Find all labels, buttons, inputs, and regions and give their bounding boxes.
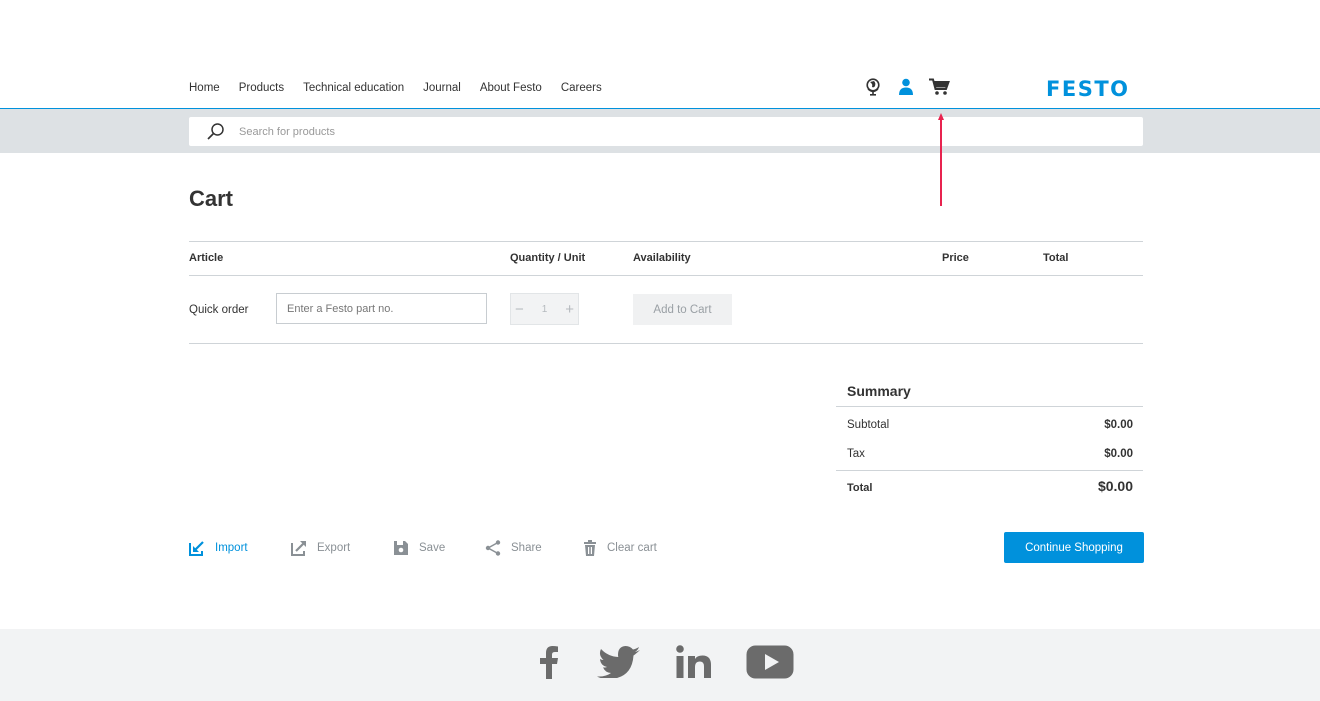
save-label: Save bbox=[419, 542, 446, 554]
trash-icon bbox=[584, 540, 596, 556]
export-icon bbox=[291, 541, 306, 556]
facebook-icon[interactable] bbox=[538, 645, 560, 684]
subtotal-row: Subtotal $0.00 bbox=[847, 419, 1133, 431]
festo-logo[interactable]: FESTO bbox=[1046, 77, 1130, 101]
total-label: Total bbox=[847, 482, 873, 494]
globe-icon[interactable] bbox=[865, 78, 881, 101]
total-divider bbox=[836, 470, 1143, 471]
export-button[interactable]: Export bbox=[291, 540, 350, 556]
column-availability: Availability bbox=[633, 252, 691, 264]
table-header-divider bbox=[189, 275, 1143, 276]
user-icon[interactable] bbox=[898, 78, 914, 101]
share-button[interactable]: Share bbox=[485, 540, 542, 556]
export-label: Export bbox=[317, 542, 351, 554]
quick-order-label: Quick order bbox=[189, 304, 249, 316]
summary-divider bbox=[836, 406, 1143, 407]
page-title: Cart bbox=[189, 186, 234, 211]
nav-technical-education[interactable]: Technical education bbox=[303, 82, 404, 94]
clear-cart-label: Clear cart bbox=[607, 542, 657, 554]
quantity-value[interactable]: 1 bbox=[542, 304, 548, 315]
twitter-icon[interactable] bbox=[596, 646, 642, 683]
tax-value: $0.00 bbox=[1104, 448, 1133, 460]
import-button[interactable]: Import bbox=[189, 540, 248, 556]
import-label: Import bbox=[215, 542, 248, 554]
total-row: Total $0.00 bbox=[847, 478, 1133, 494]
nav-home[interactable]: Home bbox=[189, 82, 220, 94]
column-quantity: Quantity / Unit bbox=[510, 252, 586, 264]
clear-cart-button[interactable]: Clear cart bbox=[583, 540, 657, 556]
save-icon bbox=[394, 541, 408, 555]
nav-careers[interactable]: Careers bbox=[561, 82, 602, 94]
quick-order-divider bbox=[189, 343, 1143, 344]
search-input[interactable] bbox=[237, 124, 1101, 139]
column-article: Article bbox=[189, 252, 224, 264]
table-top-divider bbox=[189, 241, 1143, 242]
nav-journal[interactable]: Journal bbox=[423, 82, 461, 94]
footer bbox=[0, 629, 1320, 701]
add-to-cart-button[interactable]: Add to Cart bbox=[633, 294, 732, 325]
total-value: $0.00 bbox=[1097, 478, 1133, 494]
plus-icon[interactable]: + bbox=[565, 301, 574, 318]
tax-label: Tax bbox=[847, 448, 865, 460]
column-price: Price bbox=[942, 252, 969, 264]
youtube-icon[interactable] bbox=[746, 645, 794, 684]
column-total: Total bbox=[1043, 252, 1069, 264]
main-nav: Home Products Technical education Journa… bbox=[189, 82, 602, 94]
import-icon bbox=[189, 541, 204, 556]
part-number-input[interactable] bbox=[276, 293, 487, 324]
continue-shopping-button[interactable]: Continue Shopping bbox=[1004, 532, 1144, 563]
search-bar bbox=[189, 117, 1143, 146]
nav-products[interactable]: Products bbox=[239, 82, 284, 94]
save-button[interactable]: Save bbox=[393, 540, 445, 556]
quantity-stepper: − 1 + bbox=[510, 293, 579, 325]
summary-title: Summary bbox=[847, 383, 911, 399]
subtotal-value: $0.00 bbox=[1104, 419, 1133, 431]
subtotal-label: Subtotal bbox=[847, 419, 890, 431]
minus-icon[interactable]: − bbox=[515, 301, 524, 318]
linkedin-icon[interactable] bbox=[676, 645, 712, 684]
nav-about-festo[interactable]: About Festo bbox=[480, 82, 542, 94]
annotation-arrow bbox=[938, 113, 944, 206]
search-icon[interactable] bbox=[206, 122, 225, 141]
cart-icon[interactable] bbox=[929, 78, 950, 101]
tax-row: Tax $0.00 bbox=[847, 448, 1133, 460]
share-icon bbox=[485, 540, 501, 556]
share-label: Share bbox=[511, 542, 542, 554]
